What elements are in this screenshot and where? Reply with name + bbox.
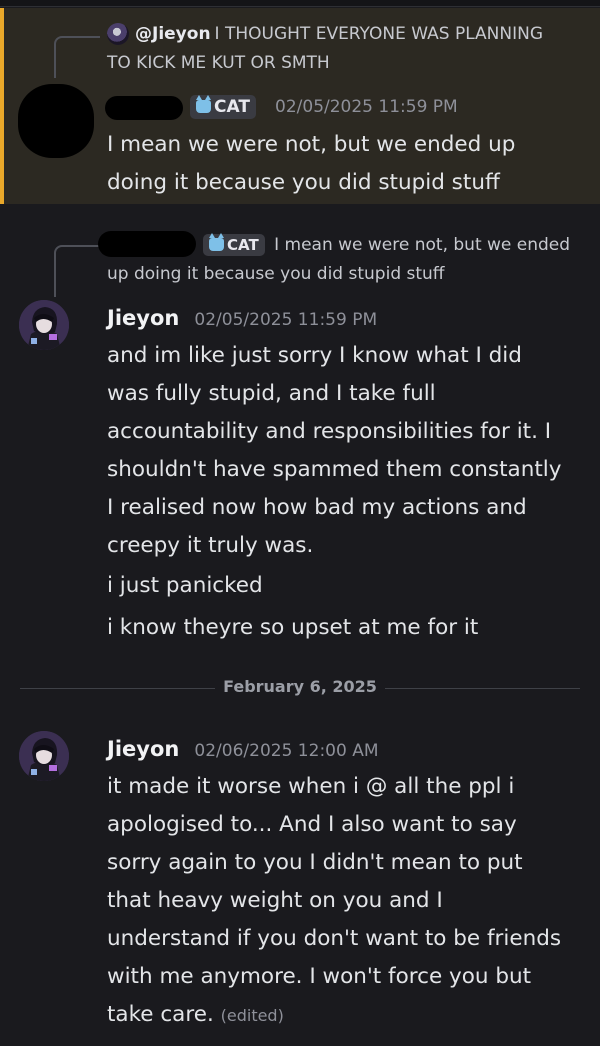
message-line: take care. (edited) (107, 1002, 284, 1027)
redacted-avatar (18, 84, 94, 158)
reply-text: I THOUGHT EVERYONE WAS PLANNING (214, 24, 544, 44)
reply-mention[interactable]: @Jieyon (135, 24, 211, 44)
message-line: doing it because you did stupid stuff (107, 170, 500, 195)
message-timestamp: 02/05/2025 11:59 PM (275, 97, 458, 117)
reply-text-continued: up doing it because you did stupid stuff (107, 264, 445, 284)
message-line: I mean we were not, but we ended up (107, 132, 516, 157)
message-content: it made it worse when i @ all the ppl i … (107, 768, 587, 1035)
role-tag[interactable]: CAT (190, 95, 256, 119)
date-divider: February 6, 2025 (20, 677, 580, 696)
message-line: and im like just sorry I know what I did (107, 343, 522, 368)
message-header: Jieyon 02/06/2025 12:00 AM (107, 737, 379, 761)
message-line: i know theyre so upset at me for it (107, 615, 479, 640)
role-tag[interactable]: CAT (203, 233, 265, 256)
message-line: sorry again to you I didn't mean to put (107, 850, 523, 875)
message-line: with me anymore. I won't force you but (107, 964, 532, 989)
edited-label: (edited) (220, 1006, 284, 1025)
reply-spine (54, 245, 100, 297)
followup-message[interactable]: i just panicked (107, 567, 587, 605)
top-separator (0, 0, 600, 7)
followup-message[interactable]: i know theyre so upset at me for it (107, 609, 587, 647)
message-content: I mean we were not, but we ended up doin… (107, 126, 587, 202)
message-line: understand if you don't want to be frien… (107, 926, 562, 951)
cat-icon (209, 233, 224, 251)
message-header: Jieyon 02/05/2025 11:59 PM (107, 306, 377, 330)
username[interactable]: Jieyon (107, 306, 179, 330)
reply-text-continued: TO KICK ME KUT OR SMTH (107, 53, 330, 73)
message-line: shouldn't have spammed them constantly (107, 457, 562, 482)
message-timestamp: 02/06/2025 12:00 AM (194, 741, 379, 761)
message-line: accountability and responsibilities for … (107, 419, 552, 444)
message-line: it made it worse when i @ all the ppl i (107, 774, 515, 799)
divider-date: February 6, 2025 (223, 677, 377, 696)
avatar[interactable] (19, 300, 69, 350)
mention-highlight-bar (0, 8, 4, 204)
reply-preview[interactable]: @Jieyon I THOUGHT EVERYONE WAS PLANNING T… (107, 20, 587, 78)
message-line: I realised now how bad my actions and (107, 495, 527, 520)
reply-avatar (107, 23, 129, 45)
reply-spine (54, 36, 100, 78)
message-content: and im like just sorry I know what I did… (107, 337, 587, 565)
anime-avatar-icon (19, 300, 69, 350)
reply-preview[interactable]: CAT I mean we were not, but we ended up … (107, 231, 587, 289)
cat-icon (196, 95, 211, 113)
message-line: that heavy weight on you and I (107, 888, 443, 913)
avatar[interactable] (19, 731, 69, 781)
message-line: i just panicked (107, 573, 263, 598)
message-line: apologised to... And I also want to say (107, 812, 517, 837)
anime-avatar-icon (19, 731, 69, 781)
message-line: was fully stupid, and I take full (107, 381, 436, 406)
divider-line (385, 688, 580, 689)
redacted-username (105, 96, 183, 120)
reply-text: I mean we were not, but we ended (274, 235, 571, 255)
message-timestamp: 02/05/2025 11:59 PM (194, 310, 378, 330)
message-line: creepy it truly was. (107, 533, 314, 558)
message-header: CAT 02/05/2025 11:59 PM (190, 95, 458, 119)
username[interactable]: Jieyon (107, 737, 179, 761)
